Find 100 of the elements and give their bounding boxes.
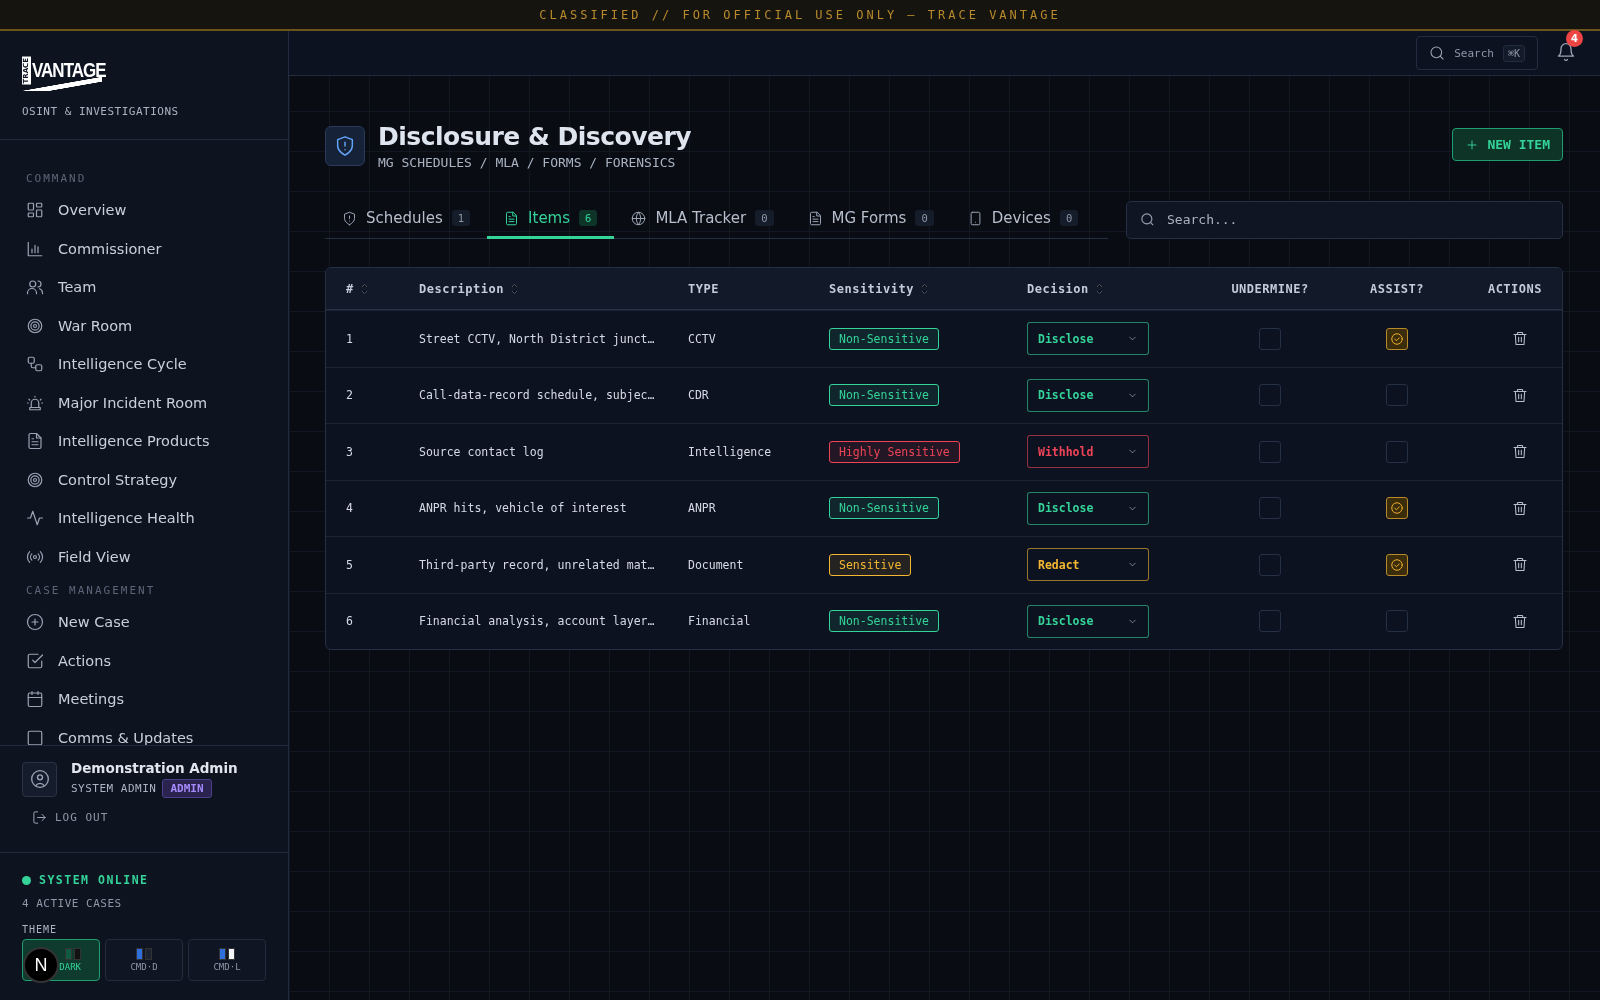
new-item-button[interactable]: NEW ITEM [1452,128,1563,161]
description-cell-text: Call-data-record schedule, subjec… [419,388,656,403]
sidebar-item[interactable]: War Room [26,306,276,345]
status-dot [22,875,31,885]
count-badge: 1 [451,210,471,226]
shield-icon [342,210,357,226]
column-header[interactable]: Sensitivity [829,281,1027,296]
tab-label: MG Forms [831,209,907,227]
search-icon [1429,45,1446,61]
delete-button[interactable] [1512,556,1528,574]
bell-icon[interactable] [1556,42,1576,62]
sidebar-item[interactable]: Intelligence Health [26,499,276,538]
checkbox[interactable] [1259,610,1281,633]
checkbox[interactable] [1259,384,1281,407]
sidebar-item[interactable]: Control Strategy [26,460,276,499]
description-cell-text: Third-party record, unrelated mat… [419,557,656,572]
decision-dropdown[interactable]: Redact [1027,548,1149,582]
checkbox[interactable] [1259,327,1281,350]
tab[interactable]: Items 6 [487,200,615,239]
sidebar-item[interactable]: Comms & Updates [26,718,276,745]
sidebar-item[interactable]: Actions [26,641,276,680]
row-number: 6 [346,614,354,629]
calendar-icon [26,690,44,709]
logout-button[interactable]: LOG OUT [32,810,109,825]
checkbox[interactable] [1386,384,1408,407]
sidebar-item[interactable]: New Case [26,603,276,642]
plus-circle-icon [26,613,44,632]
check-circle-icon [1390,501,1404,516]
theme-option[interactable]: CMD·L [188,939,266,981]
checkbox[interactable] [1259,497,1281,520]
tab[interactable]: MG Forms 0 [790,200,951,239]
theme-label: THEME [22,924,59,935]
sort-icon [920,282,929,295]
decision-dropdown[interactable]: Disclose [1027,491,1149,525]
sidebar-item[interactable]: Team [26,268,276,307]
sensitivity-tag: Non-Sensitive [829,610,939,633]
target-icon [26,470,44,489]
checkbox[interactable] [1259,553,1281,576]
search-button[interactable]: Search ⌘K [1416,36,1538,70]
tab[interactable]: MLA Tracker 0 [614,200,791,239]
decision-dropdown[interactable]: Withhold [1027,435,1149,469]
bar-chart-icon [26,239,44,258]
column-header[interactable]: Description [419,281,688,296]
sidebar-item[interactable]: Overview [26,191,276,230]
banner-text: CLASSIFIED // FOR OFFICIAL USE ONLY — TRACE VANTAGE [539,7,1061,22]
siren-icon [26,393,44,412]
checkbox[interactable] [1386,327,1408,350]
row-number: 2 [346,388,354,403]
pulse-icon [26,509,44,528]
delete-button[interactable] [1512,443,1528,461]
checkbox[interactable] [1386,610,1408,633]
theme-option[interactable]: CMD·D [105,939,183,981]
swatch-icon [136,948,152,960]
decision-dropdown[interactable]: Disclose [1027,378,1149,412]
decision-dropdown[interactable]: Disclose [1027,322,1149,356]
delete-button[interactable] [1512,499,1528,517]
delete-button[interactable] [1512,386,1528,404]
document-icon [504,210,520,226]
check-circle-icon [1390,331,1404,346]
checkbox[interactable] [1386,553,1408,576]
column-header[interactable]: # [346,281,419,296]
decision-dropdown[interactable]: Disclose [1027,604,1149,638]
row-number: 4 [346,501,354,516]
tab[interactable]: Devices 0 [950,200,1096,239]
grid-icon [26,201,44,220]
delete-button[interactable] [1512,330,1528,348]
workflow-icon [26,355,44,374]
sidebar-item[interactable]: Commissioner [26,229,276,268]
sidebar-item[interactable]: Intelligence Cycle [26,345,276,384]
shortcut-key: ⌘K [1502,44,1525,62]
type-cell-text: CCTV [688,331,717,346]
checkbox[interactable] [1386,440,1408,463]
swatch-icon [219,948,235,960]
breadcrumb: MG SCHEDULES / MLA / FORMS / FORENSICS [378,155,677,170]
search-label: Search [1454,46,1494,60]
column-header[interactable]: Decision [1027,281,1191,296]
count-badge: 0 [1059,210,1079,226]
sort-icon [510,282,519,295]
role-badge: ADMIN [162,779,212,798]
sensitivity-tag: Non-Sensitive [829,384,939,407]
page-title: Disclosure & Discovery [378,122,691,151]
sidebar-item[interactable]: Field View [26,537,276,576]
search-field[interactable]: Search... [1126,200,1563,239]
search-icon [1140,211,1155,227]
sidebar-item[interactable]: Meetings [26,680,276,719]
checkbox[interactable] [1259,440,1281,463]
count-badge: 0 [915,210,934,226]
sidebar-item[interactable]: Intelligence Products [26,422,276,461]
tab-label: Devices [991,209,1051,227]
section-label: COMMAND [26,172,88,185]
tab[interactable]: Schedules 1 [325,200,488,239]
plus-icon [1465,137,1480,152]
checkbox[interactable] [1386,497,1408,520]
sidebar-item[interactable]: Major Incident Room [26,383,276,422]
target-icon [26,316,44,335]
count-badge: 6 [579,210,598,226]
type-cell-text: Document [688,557,745,572]
description-cell-text: Financial analysis, account layer… [419,614,656,629]
delete-button[interactable] [1512,612,1528,630]
document-icon [26,432,44,451]
